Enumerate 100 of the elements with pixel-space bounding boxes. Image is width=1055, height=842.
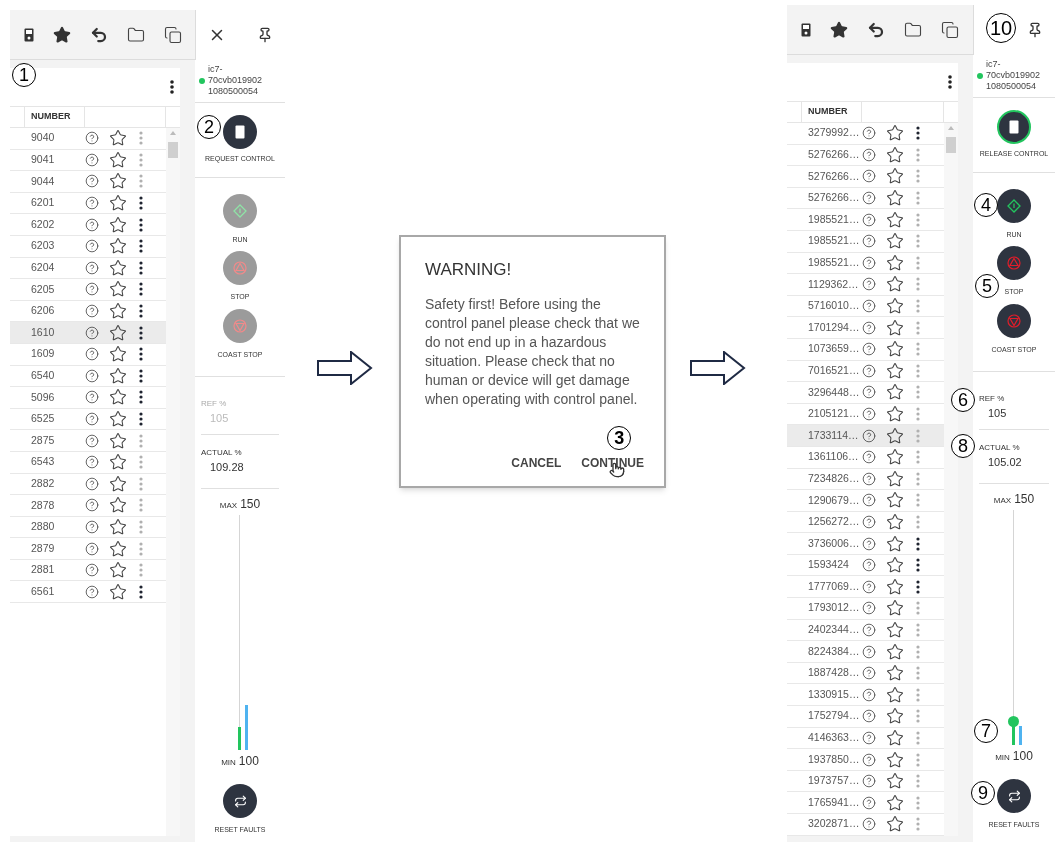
- row-menu-icon[interactable]: [139, 196, 143, 211]
- help-icon[interactable]: [862, 774, 876, 789]
- control-button[interactable]: [997, 110, 1031, 145]
- star-outline-icon[interactable]: [886, 232, 904, 251]
- table-row[interactable]: 5276266…: [787, 187, 944, 210]
- table-row[interactable]: 1973757…: [787, 770, 944, 793]
- table-row[interactable]: 7016521…: [787, 360, 944, 383]
- row-menu-icon[interactable]: [139, 347, 143, 362]
- help-icon[interactable]: [862, 169, 876, 184]
- table-row[interactable]: 1752794…: [787, 706, 944, 728]
- star-outline-icon[interactable]: [886, 167, 904, 186]
- help-icon[interactable]: [862, 342, 876, 357]
- command-button[interactable]: [997, 303, 1031, 338]
- row-menu-icon[interactable]: [139, 584, 143, 599]
- help-icon[interactable]: [862, 601, 876, 616]
- table-row[interactable]: 1733114…: [787, 425, 944, 447]
- table-row[interactable]: 5276266…: [787, 166, 944, 188]
- star-outline-icon[interactable]: [886, 383, 904, 402]
- pin-button[interactable]: [257, 27, 273, 43]
- table-row[interactable]: 1765941…: [787, 792, 944, 814]
- row-menu-icon[interactable]: [916, 558, 920, 573]
- help-icon[interactable]: [862, 558, 876, 573]
- star-outline-icon[interactable]: [886, 340, 904, 359]
- table-row[interactable]: 9044: [10, 171, 166, 193]
- command-button[interactable]: [997, 188, 1031, 223]
- table-row[interactable]: 1985521…: [787, 230, 944, 253]
- help-icon[interactable]: [85, 304, 99, 319]
- help-icon[interactable]: [85, 563, 99, 578]
- help-icon[interactable]: [85, 196, 99, 211]
- table-row[interactable]: 1777069…: [787, 576, 944, 599]
- table-row[interactable]: 1073659…: [787, 338, 944, 361]
- scrollbar[interactable]: [166, 128, 180, 836]
- help-icon[interactable]: [862, 450, 876, 465]
- table-row[interactable]: 6206: [10, 300, 166, 323]
- table-row[interactable]: 3296448…: [787, 382, 944, 404]
- table-row[interactable]: 2402344…: [787, 619, 944, 642]
- table-row[interactable]: 1290679…: [787, 490, 944, 512]
- star-outline-icon[interactable]: [886, 772, 904, 791]
- column-header[interactable]: NUMBER: [25, 107, 85, 127]
- help-icon[interactable]: [862, 147, 876, 162]
- star-outline-icon[interactable]: [886, 599, 904, 618]
- star-outline-icon[interactable]: [886, 469, 904, 488]
- reset-faults-button[interactable]: [223, 784, 257, 818]
- help-icon[interactable]: [862, 471, 876, 486]
- help-icon[interactable]: [85, 174, 99, 189]
- table-row[interactable]: 1887428…: [787, 662, 944, 685]
- help-icon[interactable]: [85, 520, 99, 534]
- help-icon[interactable]: [85, 541, 99, 556]
- star-outline-icon[interactable]: [886, 145, 904, 164]
- star-outline-icon[interactable]: [886, 405, 904, 423]
- row-menu-icon[interactable]: [139, 368, 143, 383]
- help-icon[interactable]: [85, 455, 99, 470]
- table-row[interactable]: 6540: [10, 365, 166, 388]
- help-icon[interactable]: [85, 347, 99, 362]
- table-row[interactable]: 7234826…: [787, 468, 944, 491]
- help-icon[interactable]: [85, 282, 99, 297]
- star-outline-icon[interactable]: [109, 539, 127, 558]
- table-row[interactable]: 6561: [10, 581, 166, 604]
- help-icon[interactable]: [862, 385, 876, 400]
- star-outline-icon[interactable]: [886, 253, 904, 272]
- star-outline-icon[interactable]: [886, 620, 904, 639]
- help-icon[interactable]: [85, 260, 99, 275]
- row-menu-icon[interactable]: [139, 325, 143, 340]
- table-row[interactable]: 5716010…: [787, 295, 944, 318]
- star-outline-icon[interactable]: [886, 728, 904, 747]
- star-outline-icon[interactable]: [886, 361, 904, 380]
- dialog-button[interactable]: CANCEL: [511, 454, 562, 472]
- star-outline-icon[interactable]: [886, 685, 904, 704]
- star-outline-icon[interactable]: [886, 210, 904, 229]
- table-row[interactable]: 1793012…: [787, 598, 944, 620]
- star-outline-icon[interactable]: [886, 793, 904, 812]
- help-icon[interactable]: [862, 644, 876, 659]
- star-outline-icon[interactable]: [109, 215, 127, 234]
- help-icon[interactable]: [862, 730, 876, 745]
- star-outline-icon[interactable]: [109, 366, 127, 385]
- table-row[interactable]: 1985521…: [787, 209, 944, 231]
- star-outline-icon[interactable]: [886, 513, 904, 531]
- table-row[interactable]: 2878: [10, 495, 166, 517]
- help-icon[interactable]: [862, 493, 876, 508]
- table-row[interactable]: 1937850…: [787, 749, 944, 771]
- star-outline-icon[interactable]: [109, 150, 127, 169]
- star-outline-icon[interactable]: [886, 750, 904, 769]
- star-outline-icon[interactable]: [886, 491, 904, 510]
- slider-thumb[interactable]: [1008, 715, 1019, 727]
- help-icon[interactable]: [85, 368, 99, 383]
- star-outline-icon[interactable]: [886, 297, 904, 316]
- help-icon[interactable]: [862, 320, 876, 335]
- table-row[interactable]: 3279992…: [787, 123, 944, 145]
- row-menu-icon[interactable]: [139, 390, 143, 405]
- table-row[interactable]: 6201: [10, 192, 166, 215]
- table-row[interactable]: 2882: [10, 473, 166, 496]
- help-icon[interactable]: [862, 752, 876, 767]
- star-outline-icon[interactable]: [886, 124, 904, 143]
- help-icon[interactable]: [85, 498, 99, 513]
- star-outline-icon[interactable]: [886, 275, 904, 294]
- star-outline-icon[interactable]: [109, 518, 127, 536]
- table-row[interactable]: 1985521…: [787, 252, 944, 275]
- star-outline-icon[interactable]: [109, 431, 127, 450]
- help-icon[interactable]: [862, 212, 876, 227]
- star-outline-icon[interactable]: [109, 258, 127, 277]
